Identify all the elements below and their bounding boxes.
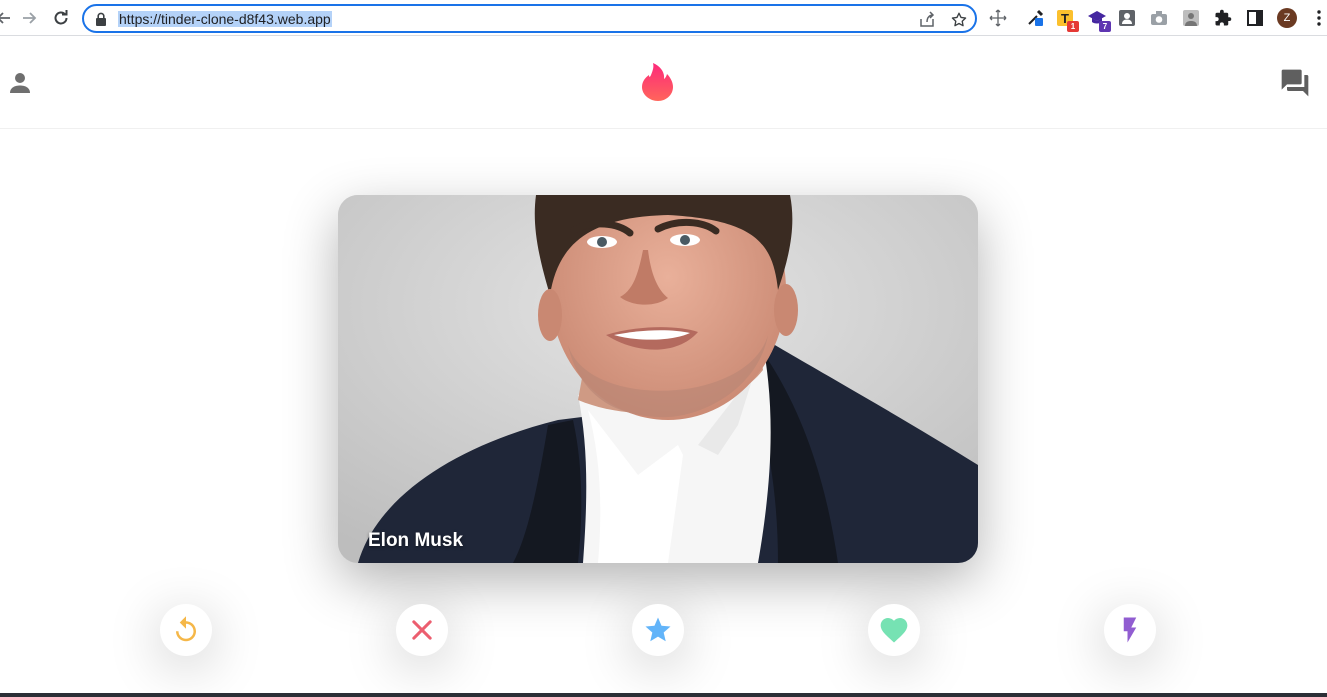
side-panel-icon[interactable] [1244, 7, 1266, 29]
rewind-button[interactable] [160, 604, 212, 656]
browser-toolbar: https://tinder-clone-d8f43.web.app T 1 7… [0, 0, 1327, 36]
app-header [0, 37, 1327, 129]
profile-initial: Z [1277, 8, 1297, 28]
taskbar-edge [0, 693, 1327, 697]
boost-button[interactable] [1104, 604, 1156, 656]
extension-badge: 1 [1067, 21, 1079, 32]
star-icon [645, 617, 671, 642]
forward-arrow-icon[interactable] [17, 6, 41, 30]
super-like-button[interactable] [632, 604, 684, 656]
flash-icon [1123, 617, 1137, 643]
share-icon[interactable] [918, 11, 936, 29]
move-cross-icon[interactable] [987, 7, 1009, 29]
t-extension-icon[interactable]: T 1 [1054, 7, 1079, 32]
camera-extension-icon[interactable] [1148, 7, 1170, 29]
kebab-menu-icon[interactable] [1308, 7, 1327, 29]
like-button[interactable] [868, 604, 920, 656]
back-arrow-icon[interactable] [0, 6, 16, 30]
graduation-cap-extension-icon[interactable]: 7 [1086, 7, 1111, 32]
url-text[interactable]: https://tinder-clone-d8f43.web.app [118, 11, 332, 27]
portrait-extension-icon[interactable] [1180, 7, 1202, 29]
heart-icon [880, 618, 908, 643]
profile-avatar[interactable]: Z [1276, 7, 1298, 29]
contact-card-extension-icon[interactable] [1116, 7, 1138, 29]
puzzle-piece-icon[interactable] [1212, 7, 1234, 29]
reload-icon[interactable] [49, 6, 73, 30]
profile-name: Elon Musk [368, 530, 464, 551]
profile-card[interactable]: Elon Musk [338, 195, 978, 563]
forum-chat-icon[interactable] [1277, 65, 1313, 101]
eyedropper-extension-icon[interactable] [1024, 7, 1046, 29]
replay-icon [176, 616, 196, 642]
lock-icon[interactable] [95, 12, 107, 31]
nope-button[interactable] [396, 604, 448, 656]
address-bar[interactable]: https://tinder-clone-d8f43.web.app [82, 4, 977, 33]
close-icon [412, 620, 432, 640]
tinder-flame-icon[interactable] [640, 62, 676, 102]
profile-photo [338, 195, 978, 563]
person-icon[interactable] [2, 65, 38, 101]
bookmark-star-icon[interactable] [950, 11, 968, 29]
extension-badge: 7 [1099, 21, 1111, 32]
